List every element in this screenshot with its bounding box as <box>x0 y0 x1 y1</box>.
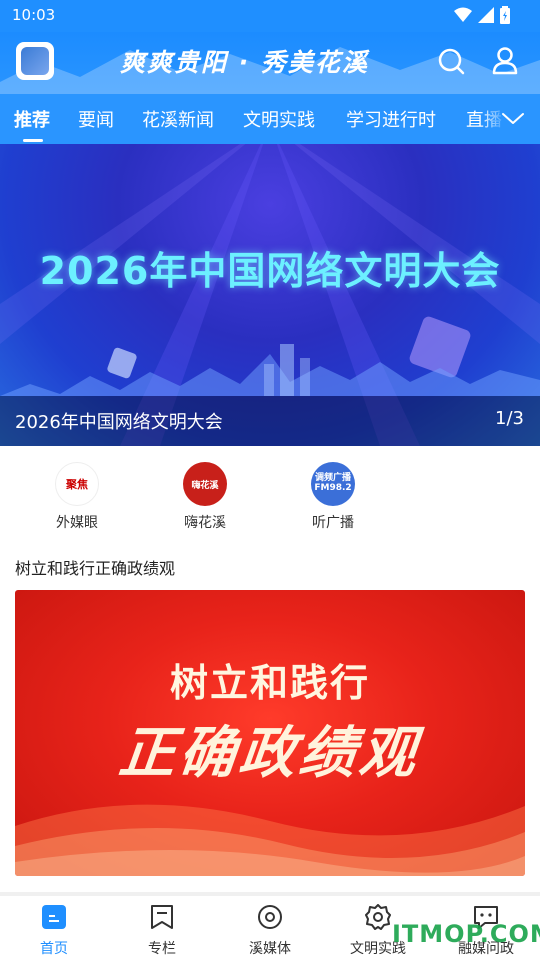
signal-icon <box>478 7 494 23</box>
gear-icon <box>365 904 391 930</box>
banner-headline: 2026年中国网络文明大会 <box>39 249 501 293</box>
article-image-line1: 树立和践行 <box>169 661 370 705</box>
tab-huaxi-news[interactable]: 花溪新闻 <box>142 106 214 132</box>
wave-decoration <box>15 804 525 876</box>
article-image[interactable]: 树立和践行 正确政绩观 <box>15 590 525 876</box>
tab-civilization-practice[interactable]: 文明实践 <box>243 106 315 132</box>
user-icon[interactable] <box>490 45 520 75</box>
nav-columns[interactable]: 专栏 <box>117 904 207 958</box>
status-time: 10:03 <box>12 6 56 24</box>
nav-home[interactable]: 首页 <box>9 904 99 958</box>
entry-hi-huaxi[interactable]: 嗨花溪 嗨花溪 <box>160 462 250 532</box>
wifi-icon <box>454 7 472 22</box>
entry-radio[interactable]: 调频广播 FM98.2 听广播 <box>288 462 378 532</box>
nav-media[interactable]: 溪媒体 <box>225 904 315 958</box>
status-bar: 10:03 <box>0 0 540 32</box>
tab-recommend[interactable]: 推荐 <box>14 106 50 132</box>
battery-icon <box>500 6 510 24</box>
nav-label: 溪媒体 <box>249 941 291 957</box>
banner-carousel[interactable]: 2026年中国网络文明大会 2026年中国网络文明大会 1/3 <box>0 144 540 446</box>
entry-label: 听广播 <box>312 515 354 531</box>
tab-headlines[interactable]: 要闻 <box>78 106 114 132</box>
nav-label: 首页 <box>40 941 68 957</box>
home-icon <box>42 905 66 929</box>
article-title[interactable]: 树立和践行正确政绩观 <box>15 555 175 579</box>
category-tabs: 推荐 要闻 花溪新闻 文明实践 学习进行时 直播 <box>0 94 540 144</box>
tab-indicator <box>23 139 43 142</box>
search-icon[interactable] <box>436 46 466 76</box>
entry-foreign-media[interactable]: 聚焦 外媒眼 <box>32 462 122 532</box>
hi-huaxi-logo: 嗨花溪 <box>183 462 227 506</box>
app-header: 爽爽贵阳 · 秀美花溪 <box>0 32 540 94</box>
header-slogan: 爽爽贵阳 · 秀美花溪 <box>120 48 369 77</box>
radio-logo: 调频广播 FM98.2 <box>311 462 355 506</box>
tab-study[interactable]: 学习进行时 <box>346 106 436 132</box>
banner-page-indicator: 1/3 <box>495 408 524 429</box>
status-icons <box>454 6 510 24</box>
entry-label: 嗨花溪 <box>184 515 226 531</box>
entry-label: 外媒眼 <box>56 515 98 531</box>
media-icon <box>258 905 282 929</box>
banner-caption: 2026年中国网络文明大会 <box>15 412 223 433</box>
watermark: ITMOP.COM <box>392 920 540 948</box>
nav-label: 专栏 <box>148 941 176 957</box>
bookmark-icon <box>151 905 173 929</box>
app-logo[interactable] <box>16 42 54 80</box>
foreign-media-logo: 聚焦 <box>55 462 99 506</box>
chevron-down-icon[interactable] <box>500 108 526 128</box>
